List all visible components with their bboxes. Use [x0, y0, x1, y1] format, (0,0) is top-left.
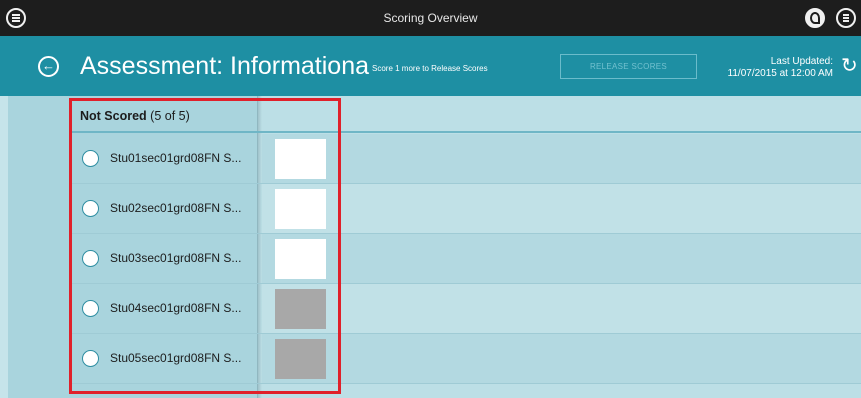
last-updated-label: Last Updated: [770, 56, 833, 67]
dashboard-icon[interactable] [805, 8, 825, 28]
last-updated-value: 11/07/2015 at 12:00 AM [727, 68, 833, 79]
assessment-title: Assessment: Informational R… [80, 52, 370, 80]
top-bar: Scoring Overview [0, 0, 861, 36]
list-icon[interactable] [836, 8, 856, 28]
refresh-icon[interactable]: ↻ [841, 56, 861, 76]
back-arrow-icon[interactable]: ← [38, 56, 59, 77]
app-title: Scoring Overview [383, 11, 478, 25]
score-remaining-note: Score 1 more to Release Scores [372, 64, 488, 73]
release-scores-button[interactable]: RELEASE SCORES [560, 54, 697, 79]
highlight-annotation-box [69, 98, 341, 394]
assessment-header: ← Assessment: Informational R… Score 1 m… [0, 36, 861, 96]
last-updated: Last Updated: 11/07/2015 at 12:00 AM [705, 56, 833, 80]
